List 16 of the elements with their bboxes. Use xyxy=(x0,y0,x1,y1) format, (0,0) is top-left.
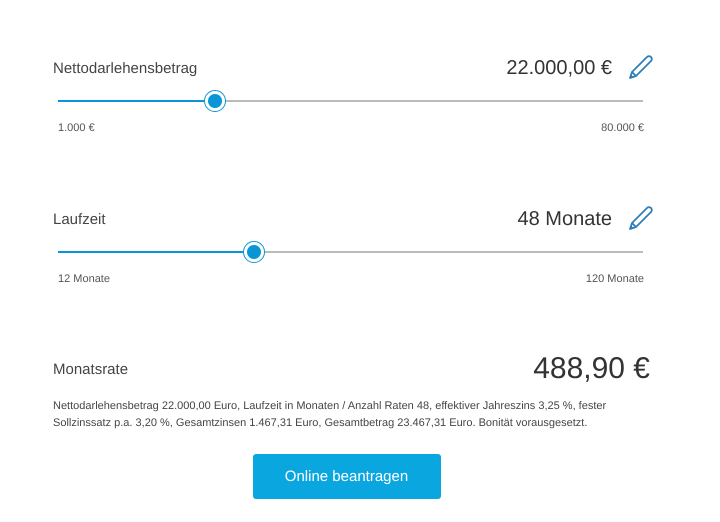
min-label: 12 Monate xyxy=(58,273,110,285)
slider-label: Nettodarlehensbetrag xyxy=(53,60,198,76)
slider-value: 22.000,00 € xyxy=(506,56,612,80)
max-label: 120 Monate xyxy=(586,273,644,285)
max-label: 80.000 € xyxy=(601,122,644,134)
rate-value: 488,90 € xyxy=(533,352,650,386)
disclaimer-text: Nettodarlehensbetrag 22.000,00 Euro, Laufzeit in Monaten / Anzahl Raten 48, effektiver Jahreszins 3,25 %, fester Sollzinssatz p.a. 3,20 %, Gesamtzinsen 1.467,31 Euro, Gesamtbetrag 23.467,31 Euro. Bonität vorausgesetzt. xyxy=(53,399,608,431)
slider-thumb[interactable] xyxy=(243,241,266,263)
slider-value: 48 Monate xyxy=(517,208,612,230)
slider-thumb[interactable] xyxy=(204,90,226,112)
min-label: 1.000 € xyxy=(58,122,95,134)
apply-button[interactable]: Online beantragen xyxy=(252,454,440,499)
slider-label: Laufzeit xyxy=(53,210,106,228)
pencil-icon[interactable] xyxy=(626,205,654,233)
pencil-icon[interactable] xyxy=(626,54,654,82)
rate-label: Monatsrate xyxy=(53,360,128,378)
